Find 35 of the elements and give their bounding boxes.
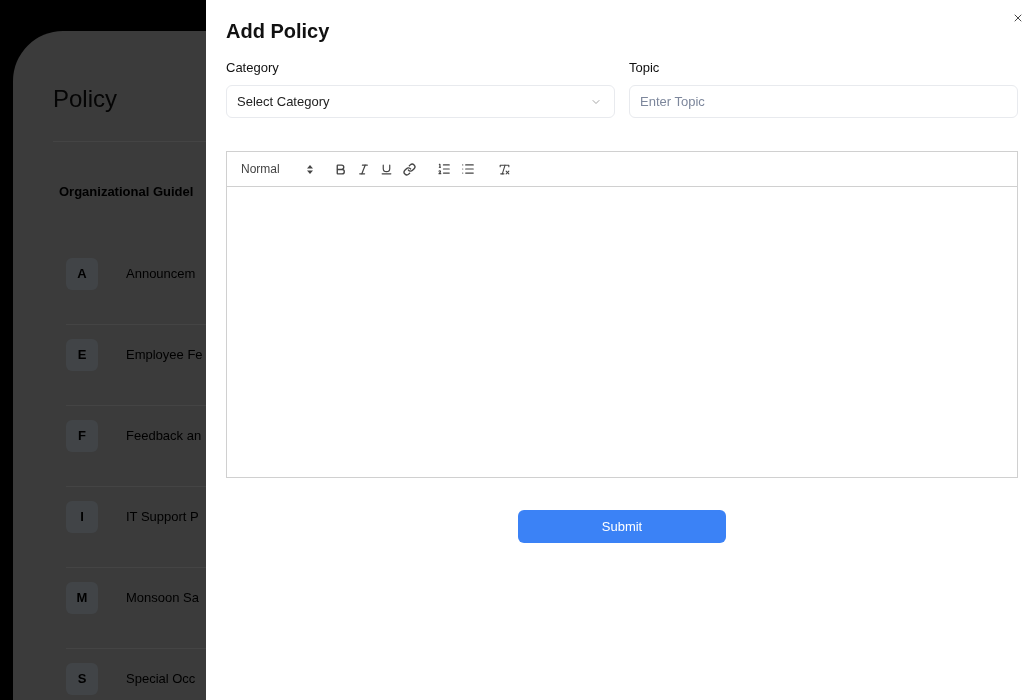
italic-button[interactable] <box>356 162 370 176</box>
bullet-list-button[interactable] <box>461 162 475 176</box>
initial-avatar: M <box>66 582 98 614</box>
underline-icon <box>379 162 393 176</box>
initial-avatar: S <box>66 663 98 695</box>
link-icon <box>402 162 416 176</box>
close-button[interactable] <box>1012 12 1024 24</box>
policy-name: Employee Fe <box>126 346 203 364</box>
initial-avatar: A <box>66 258 98 290</box>
clear-format-button[interactable] <box>497 162 511 176</box>
field-label: Topic <box>629 59 661 77</box>
policy-name: Announcem <box>126 265 196 283</box>
category-select[interactable]: Select Category <box>226 85 615 118</box>
ordered-list-button[interactable] <box>437 162 451 176</box>
policy-name: Feedback an <box>126 427 202 445</box>
underline-button[interactable] <box>379 162 393 176</box>
initial-avatar: F <box>66 420 98 452</box>
format-picker[interactable]: Normal <box>241 160 313 178</box>
topic-input[interactable]: Enter Topic <box>629 85 1018 118</box>
field-label: Category <box>226 59 280 77</box>
policy-name: Special Occ <box>126 670 196 688</box>
submit-button[interactable]: Submit <box>518 510 726 543</box>
initial-avatar: E <box>66 339 98 371</box>
link-button[interactable] <box>402 162 416 176</box>
up-down-arrows-icon <box>307 164 313 174</box>
bulleted-list-icon <box>461 162 475 176</box>
drawer-title: Add Policy <box>226 19 331 44</box>
numbered-list-icon <box>437 162 451 176</box>
italic-icon <box>356 162 370 176</box>
clear-formatting-icon <box>497 162 511 176</box>
section-heading: Organizational Guidel <box>59 183 194 201</box>
close-icon <box>1012 12 1024 24</box>
policy-name: Monsoon Sa <box>126 589 199 607</box>
policy-name: IT Support P <box>126 508 199 526</box>
initial-avatar: I <box>66 501 98 533</box>
